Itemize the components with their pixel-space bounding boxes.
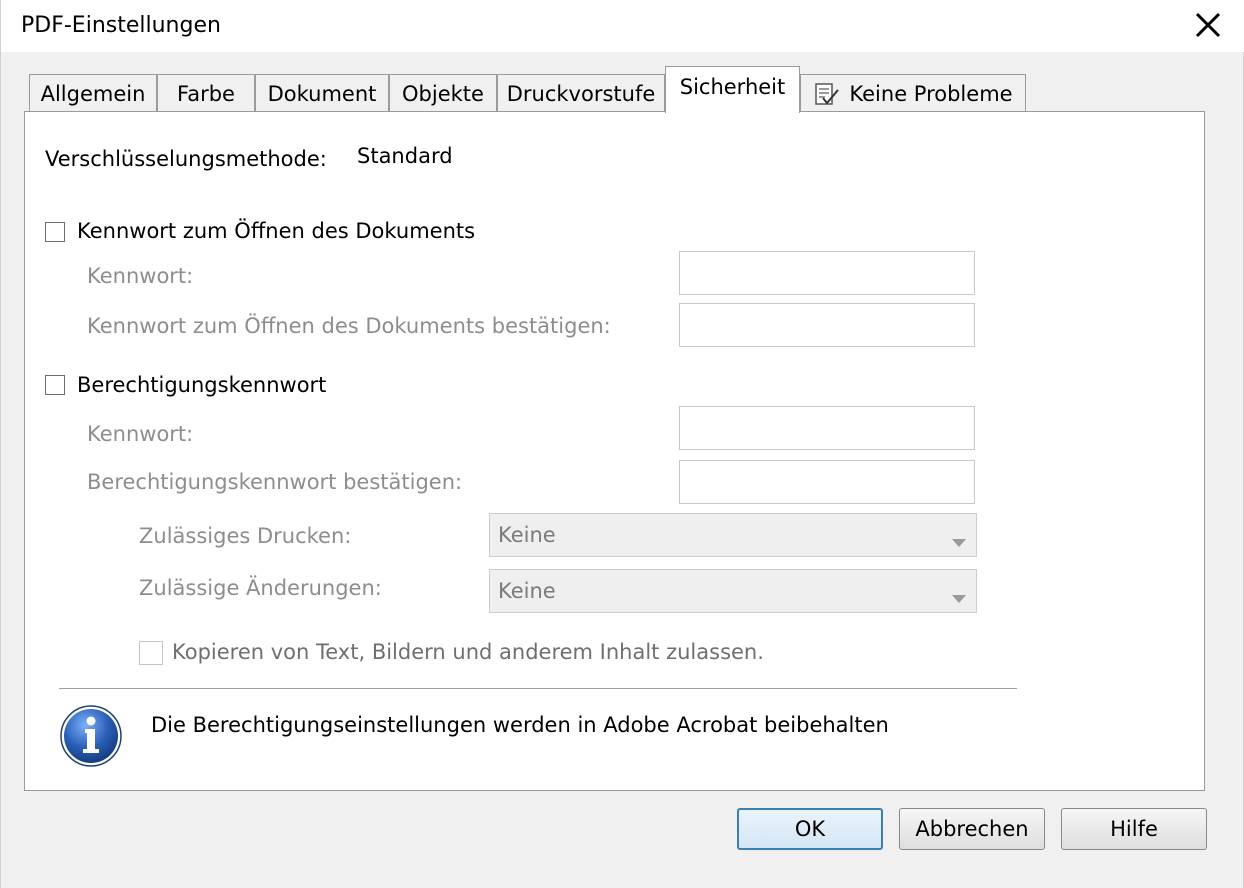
dropdown-arrow-icon	[952, 532, 966, 551]
tab-sicherheit[interactable]: Sicherheit	[665, 66, 800, 113]
pdf-settings-dialog: PDF-Einstellungen Allgemein Farbe Dokume…	[0, 0, 1244, 888]
info-message: Die Berechtigungseinstellungen werden in…	[151, 713, 889, 737]
tab-label: Farbe	[177, 81, 235, 106]
tab-label: Allgemein	[40, 81, 146, 106]
tab-druckvorstufe[interactable]: Druckvorstufe	[497, 74, 665, 112]
tab-label: Dokument	[267, 81, 377, 106]
title-bar: PDF-Einstellungen	[1, 0, 1244, 52]
open-password-input[interactable]	[679, 251, 975, 295]
security-panel	[24, 111, 1205, 791]
allowed-printing-label: Zulässiges Drucken:	[139, 524, 352, 548]
permission-password-checkbox-label: Berechtigungskennwort	[77, 373, 327, 397]
encryption-method-value: Standard	[357, 144, 453, 168]
separator	[59, 688, 1017, 689]
tab-objekte[interactable]: Objekte	[389, 74, 497, 112]
tab-dokument[interactable]: Dokument	[255, 74, 389, 112]
tab-label: Sicherheit	[679, 75, 786, 99]
allowed-changes-label: Zulässige Änderungen:	[139, 576, 382, 600]
tab-label: Druckvorstufe	[506, 81, 656, 106]
allowed-changes-value: Keine	[498, 579, 556, 603]
permission-password-input[interactable]	[679, 406, 975, 450]
close-button[interactable]	[1191, 8, 1225, 42]
cancel-button[interactable]: Abbrechen	[899, 808, 1045, 850]
dropdown-arrow-icon	[952, 588, 966, 607]
permission-password-label: Kennwort:	[87, 422, 194, 446]
ok-button[interactable]: OK	[737, 808, 883, 850]
open-password-confirm-input[interactable]	[679, 303, 975, 347]
tab-farbe[interactable]: Farbe	[157, 74, 255, 112]
tab-strip: Allgemein Farbe Dokument Objekte Druckvo…	[25, 66, 1205, 113]
permission-password-checkbox[interactable]	[45, 375, 65, 395]
tab-keine-probleme[interactable]: Keine Probleme	[800, 74, 1026, 112]
allow-copy-checkbox[interactable]	[139, 641, 163, 665]
help-button[interactable]: Hilfe	[1061, 808, 1207, 850]
open-password-label: Kennwort:	[87, 264, 194, 288]
allowed-changes-select[interactable]: Keine	[489, 569, 977, 613]
tab-label: Keine Probleme	[849, 81, 1013, 106]
close-icon	[1195, 12, 1221, 38]
allowed-printing-value: Keine	[498, 523, 556, 547]
permission-password-confirm-label: Berechtigungskennwort bestätigen:	[87, 470, 463, 494]
permission-password-confirm-input[interactable]	[679, 460, 975, 504]
info-icon	[59, 704, 123, 772]
tab-label: Objekte	[402, 81, 484, 106]
checklist-icon	[813, 82, 841, 106]
window-title: PDF-Einstellungen	[21, 13, 221, 38]
allowed-printing-select[interactable]: Keine	[489, 513, 977, 557]
open-password-confirm-label: Kennwort zum Öffnen des Dokuments bestät…	[87, 314, 611, 338]
tab-allgemein[interactable]: Allgemein	[29, 74, 157, 112]
encryption-method-label: Verschlüsselungsmethode:	[45, 147, 327, 171]
allow-copy-label: Kopieren von Text, Bildern und anderem I…	[172, 640, 764, 664]
open-password-checkbox-label: Kennwort zum Öffnen des Dokuments	[77, 219, 476, 243]
open-password-checkbox[interactable]	[45, 222, 65, 242]
